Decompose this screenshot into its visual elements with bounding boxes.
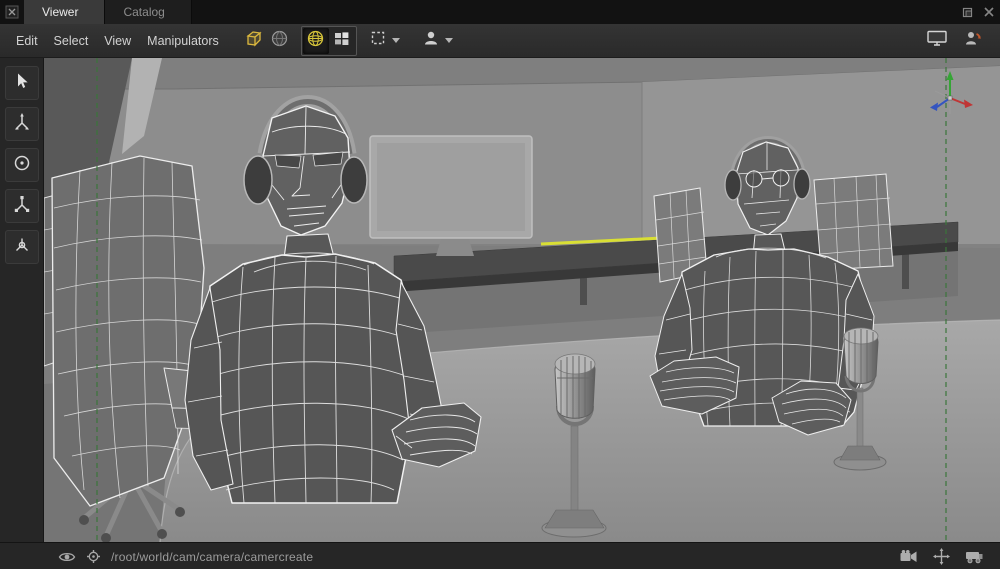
select-arrow-icon [12, 71, 32, 96]
rotate-tool-button[interactable] [5, 148, 39, 182]
pan-view-icon[interactable] [933, 548, 950, 565]
tab-catalog-label: Catalog [123, 5, 164, 19]
gear-icon[interactable] [86, 549, 101, 564]
viewer-pane-window: Viewer Catalog Edit Select View Manipula… [0, 0, 1000, 569]
viewport-canvas[interactable] [44, 58, 1000, 542]
scene-svg [44, 58, 1000, 542]
menu-manipulators[interactable]: Manipulators [139, 29, 227, 53]
pivot-tool-button[interactable] [5, 230, 39, 264]
render-camera-icon[interactable] [899, 549, 919, 564]
pivot-tool-icon [12, 235, 32, 260]
pane-body [0, 58, 1000, 542]
shading-button-group [301, 26, 357, 56]
select-arrow-button[interactable] [5, 66, 39, 100]
wire-globe-icon [306, 29, 325, 53]
tab-viewer[interactable]: Viewer [24, 0, 105, 24]
monitor-button[interactable] [924, 28, 950, 54]
close-pane-icon[interactable] [978, 0, 1000, 24]
dark-globe-icon [270, 29, 289, 53]
menu-bar: Edit Select View Manipulators [0, 24, 1000, 58]
float-pane-icon[interactable] [956, 0, 978, 24]
shaded-cube-icon [244, 29, 263, 53]
scenegraph-path[interactable]: /root/world/cam/camera/camercreate [111, 550, 313, 564]
tab-bar: Viewer Catalog [0, 0, 1000, 24]
statusbar-right-icons [899, 548, 990, 565]
panes-icon [333, 30, 350, 52]
person-dropdown-caret[interactable] [445, 38, 453, 43]
panes-button[interactable] [329, 28, 355, 54]
translate-tool-button[interactable] [5, 107, 39, 141]
person-select-icon [422, 29, 440, 52]
tab-viewer-label: Viewer [42, 5, 78, 19]
scale-tool-icon [12, 194, 32, 219]
marquee-select-icon [369, 29, 387, 52]
pane-menu-icon[interactable] [0, 0, 24, 24]
left-toolbar [0, 58, 44, 542]
scale-tool-button[interactable] [5, 189, 39, 223]
marquee-dropdown-caret[interactable] [392, 38, 400, 43]
person-select-button[interactable] [418, 28, 444, 54]
menubar-right-icons [924, 28, 992, 54]
monitor-icon [926, 29, 948, 52]
marquee-select-button[interactable] [365, 28, 391, 54]
person-sync-icon [963, 29, 983, 52]
monitor[interactable] [370, 136, 532, 256]
status-bar: /root/world/cam/camera/camercreate [0, 542, 1000, 569]
menu-edit[interactable]: Edit [8, 29, 46, 53]
menu-select[interactable]: Select [46, 29, 97, 53]
person-sync-button[interactable] [960, 28, 986, 54]
wire-globe-button[interactable] [303, 28, 329, 54]
menu-view[interactable]: View [96, 29, 139, 53]
translate-tool-icon [12, 112, 32, 137]
tabbar-spacer [192, 0, 956, 24]
dark-globe-button[interactable] [267, 28, 293, 54]
cart-icon[interactable] [964, 549, 984, 564]
shaded-cube-button[interactable] [241, 28, 267, 54]
rotate-tool-icon [12, 153, 32, 178]
tab-catalog[interactable]: Catalog [105, 0, 191, 24]
eye-icon[interactable] [58, 550, 76, 564]
